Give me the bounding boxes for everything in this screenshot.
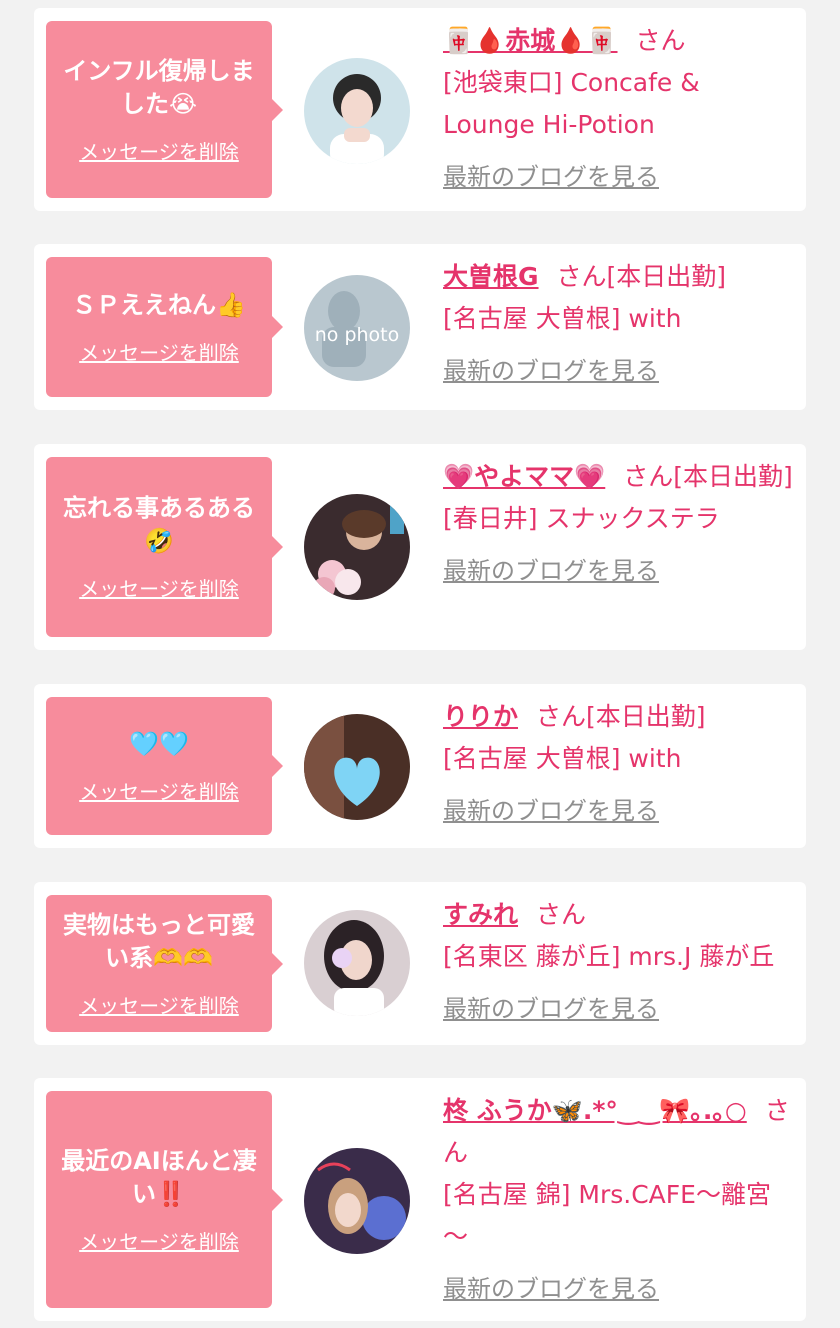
message-text: 忘れる事あるある🤣 — [63, 494, 255, 555]
avatar[interactable] — [304, 1148, 410, 1254]
delete-message-link[interactable]: メッセージを削除 — [79, 340, 239, 366]
no-photo-text: no photo — [315, 324, 400, 346]
message-card: 忘れる事あるある🤣 メッセージを削除 💗やよママ💗 さん[本日出勤] [春日井] … — [34, 444, 806, 650]
message-text: ＳＰええねん👍 — [72, 290, 246, 319]
latest-blog-link[interactable]: 最新のブログを見る — [443, 156, 793, 198]
shop-name: [名古屋 大曽根] with — [443, 744, 682, 773]
shop-name: [名東区 藤が丘] mrs.J 藤が丘 — [443, 942, 775, 971]
cast-name-link[interactable]: すみれ — [443, 900, 518, 929]
avatar[interactable]: no photo — [304, 275, 410, 381]
honorific: さん — [536, 900, 587, 929]
message-bubble: インフル復帰しました😭 メッセージを削除 — [46, 21, 283, 198]
cast-info: りりか さん[本日出勤] [名古屋 大曽根] with 最新のブログを見る — [443, 696, 793, 832]
message-bubble: ＳＰええねん👍 メッセージを削除 — [46, 257, 283, 397]
latest-blog-link[interactable]: 最新のブログを見る — [443, 1268, 793, 1310]
delete-message-link[interactable]: メッセージを削除 — [79, 993, 239, 1019]
cast-info: 💗やよママ💗 さん[本日出勤] [春日井] スナックステラ 最新のブログを見る — [443, 456, 793, 592]
latest-blog-link[interactable]: 最新のブログを見る — [443, 988, 793, 1030]
message-bubble: 🩵🩵 メッセージを削除 — [46, 697, 283, 835]
message-card: ＳＰええねん👍 メッセージを削除 no photo 大曽根G さん[本日出勤] [… — [34, 244, 806, 410]
work-status: [本日出勤] — [673, 462, 793, 491]
shop-name: [池袋東口] Concafe & Lounge Hi-Potion — [443, 68, 700, 139]
honorific: さん — [556, 262, 607, 291]
message-text: 🩵🩵 — [129, 729, 189, 758]
cast-name-link[interactable]: 💗やよママ💗 — [443, 462, 605, 491]
cast-name-link[interactable]: 🀄🩸赤城🩸🀄 — [443, 26, 618, 55]
avatar[interactable] — [304, 494, 410, 600]
honorific: さん — [623, 462, 674, 491]
delete-message-link[interactable]: メッセージを削除 — [79, 1229, 239, 1255]
avatar[interactable] — [304, 714, 410, 820]
message-text: インフル復帰しました😭 — [63, 56, 255, 118]
delete-message-link[interactable]: メッセージを削除 — [79, 576, 239, 602]
message-bubble: 最近のAIほんと凄い‼️ メッセージを削除 — [46, 1091, 283, 1308]
cast-name-link[interactable]: 柊 ふうか🦋.*°‿‿🎀｡.｡○ — [443, 1096, 747, 1125]
shop-name: [名古屋 大曽根] with — [443, 304, 682, 333]
honorific: さん — [635, 26, 686, 55]
honorific: さん — [536, 702, 587, 731]
latest-blog-link[interactable]: 最新のブログを見る — [443, 790, 793, 832]
work-status: [本日出勤] — [606, 262, 727, 291]
latest-blog-link[interactable]: 最新のブログを見る — [443, 350, 793, 392]
cast-name-link[interactable]: 大曽根G — [443, 262, 539, 291]
message-text: 実物はもっと可愛い系🫶🫶 — [63, 910, 255, 972]
avatar[interactable] — [304, 58, 410, 164]
message-card: 最近のAIほんと凄い‼️ メッセージを削除 柊 ふうか🦋.*°‿‿🎀｡.｡○ さん… — [34, 1078, 806, 1321]
avatar[interactable] — [304, 910, 410, 1016]
message-card: 実物はもっと可愛い系🫶🫶 メッセージを削除 すみれ さん [名東区 藤が丘] mr… — [34, 882, 806, 1045]
message-card: インフル復帰しました😭 メッセージを削除 🀄🩸赤城🩸🀄 さん [池袋東口] Con… — [34, 8, 806, 211]
cast-info: 柊 ふうか🦋.*°‿‿🎀｡.｡○ さん [名古屋 錦] Mrs.CAFE～離宮～ … — [443, 1090, 793, 1310]
message-text: 最近のAIほんと凄い‼️ — [61, 1146, 257, 1208]
latest-blog-link[interactable]: 最新のブログを見る — [443, 550, 793, 592]
cast-info: すみれ さん [名東区 藤が丘] mrs.J 藤が丘 最新のブログを見る — [443, 894, 793, 1030]
cast-info: 🀄🩸赤城🩸🀄 さん [池袋東口] Concafe & Lounge Hi-Poti… — [443, 20, 793, 198]
cast-name-link[interactable]: りりか — [443, 702, 518, 731]
work-status: [本日出勤] — [586, 702, 706, 731]
delete-message-link[interactable]: メッセージを削除 — [79, 779, 239, 805]
message-bubble: 実物はもっと可愛い系🫶🫶 メッセージを削除 — [46, 895, 283, 1032]
message-card: 🩵🩵 メッセージを削除 りりか さん[本日出勤] [名古屋 大曽根] with 最… — [34, 684, 806, 848]
message-bubble: 忘れる事あるある🤣 メッセージを削除 — [46, 457, 283, 637]
shop-name: [名古屋 錦] Mrs.CAFE～離宮～ — [443, 1180, 771, 1251]
cast-info: 大曽根G さん[本日出勤] [名古屋 大曽根] with 最新のブログを見る — [443, 256, 793, 392]
delete-message-link[interactable]: メッセージを削除 — [79, 139, 239, 165]
shop-name: [春日井] スナックステラ — [443, 504, 720, 533]
